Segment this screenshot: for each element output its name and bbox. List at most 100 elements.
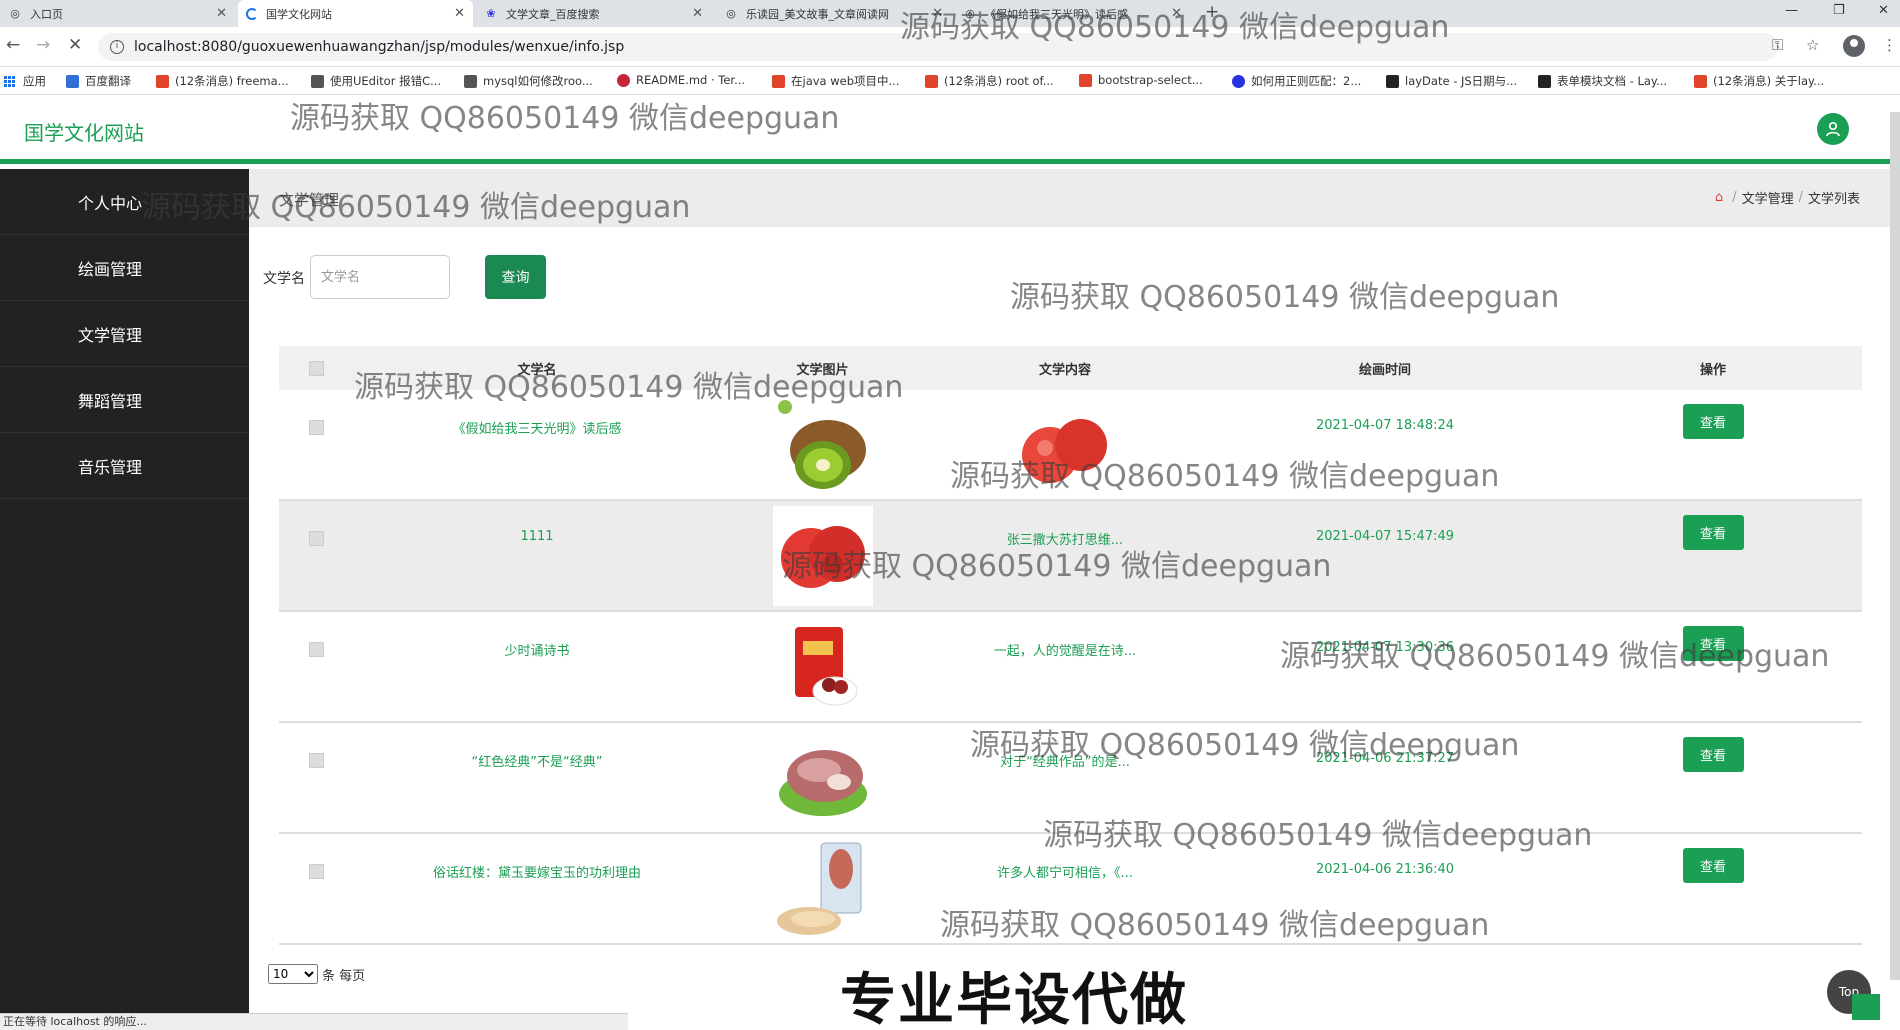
row-checkbox[interactable] <box>308 531 324 546</box>
cell-name: 1111 <box>520 529 554 544</box>
pagination: 10 条 每页 <box>268 964 365 984</box>
table-row: 少时诵诗书 一起，人的觉醒是在诗... 2021-04-07 13:30:36 … <box>279 612 1862 723</box>
promo-banner: 专业毕设代做 <box>840 968 1188 1030</box>
site-icon <box>311 74 324 88</box>
page-size-select[interactable]: 10 <box>268 964 318 984</box>
breadcrumb: ⌂ / 文学管理 / 文学列表 <box>1715 188 1860 207</box>
apples-image <box>1022 419 1107 483</box>
browser-status-bar: 正在等待 localhost 的响应... <box>0 1013 628 1030</box>
row-checkbox[interactable] <box>308 753 324 768</box>
layui-icon <box>1538 74 1551 88</box>
table-row: “红色经典”不是“经典” 对于“经典作品”的是... 2021-04-06 21… <box>279 723 1862 834</box>
bookmark-label: 百度翻译 <box>85 74 131 88</box>
csdn-icon <box>1694 74 1707 88</box>
new-tab-button[interactable]: + <box>1205 2 1219 22</box>
view-button[interactable]: 查看 <box>1682 515 1744 550</box>
view-button[interactable]: 查看 <box>1682 626 1744 661</box>
star-icon[interactable]: ☆ <box>1806 36 1819 54</box>
bookmark-item[interactable]: layDate - JS日期与... <box>1386 73 1517 89</box>
profile-avatar-icon[interactable] <box>1843 35 1865 57</box>
address-bar[interactable]: i localhost:8080/guoxuewenhuawangzhan/js… <box>98 33 1778 61</box>
bookmark-item[interactable]: 在java web项目中... <box>772 73 900 89</box>
meat-on-lettuce-image <box>778 749 867 816</box>
sidebar-item-music[interactable]: 音乐管理 <box>0 433 249 499</box>
bookmark-item[interactable]: README.md · Ter... <box>617 73 745 87</box>
bookmark-item[interactable]: 使用UEditor 报错C... <box>311 73 441 89</box>
page-title: 文学管理 <box>279 191 340 209</box>
home-icon[interactable]: ⌂ <box>1715 190 1723 205</box>
breadcrumb-bar: 文学管理 ⌂ / 文学管理 / 文学列表 <box>249 169 1890 227</box>
site-icon <box>1079 73 1092 87</box>
window-close-icon[interactable]: ✕ <box>1878 3 1889 18</box>
loading-icon <box>246 7 258 20</box>
close-icon[interactable]: ✕ <box>454 6 465 21</box>
restore-icon[interactable]: ❐ <box>1833 3 1845 18</box>
row-checkbox[interactable] <box>308 420 324 435</box>
view-button[interactable]: 查看 <box>1682 737 1744 772</box>
cell-time: 2021-04-07 15:47:49 <box>1315 529 1455 544</box>
close-icon[interactable]: ✕ <box>932 6 943 21</box>
breadcrumb-parent[interactable]: 文学管理 <box>1742 188 1794 207</box>
user-avatar-button[interactable] <box>1817 113 1849 145</box>
bookmark-item[interactable]: (12条消息) 关于lay... <box>1694 73 1824 89</box>
csdn-icon <box>772 74 785 88</box>
baidu-paw-icon <box>1232 74 1245 88</box>
search-input[interactable] <box>310 255 450 299</box>
close-icon[interactable]: ✕ <box>1171 6 1182 21</box>
close-icon[interactable]: ✕ <box>692 6 703 21</box>
bookmark-item[interactable]: bootstrap-select... <box>1079 73 1203 87</box>
query-button[interactable]: 查询 <box>485 255 546 299</box>
tab-title: 入口页 <box>30 7 63 21</box>
key-icon[interactable]: ⚿ <box>1772 36 1783 54</box>
sidebar-item-literature[interactable]: 文学管理 <box>0 301 249 367</box>
header-image: 文学图片 <box>796 362 849 378</box>
app-header: 国学文化网站 <box>0 95 1890 164</box>
menu-icon[interactable]: ⋮ <box>1882 36 1897 54</box>
literature-table: 文学名 文学图片 文学内容 绘画时间 操作 《假如给我三天光明》读后感 2021… <box>279 346 1862 945</box>
cell-content: 对于“经典作品”的是... <box>1000 755 1130 770</box>
row-checkbox[interactable] <box>308 642 324 657</box>
site-brand[interactable]: 国学文化网站 <box>24 117 144 146</box>
minimize-icon[interactable]: — <box>1785 3 1798 18</box>
tab-title: 《假如给我三天光明》读后感 <box>985 7 1128 21</box>
breadcrumb-separator: / <box>1798 190 1803 205</box>
browser-tab-active[interactable]: 国学文化网站 ✕ <box>238 0 473 27</box>
bookmark-item[interactable]: (12条消息) root of... <box>925 73 1054 89</box>
view-button[interactable]: 查看 <box>1682 404 1744 439</box>
bookmark-item[interactable]: (12条消息) freema... <box>156 73 289 89</box>
watermark-text: 源码获取 QQ86050149 微信deepguan <box>1010 280 1560 315</box>
browser-tab[interactable]: ◎ 乐读园_美文故事_文章阅读网 ✕ <box>716 0 951 27</box>
translate-icon <box>66 74 79 88</box>
bookmark-item[interactable]: 如何用正则匹配：2... <box>1232 73 1361 89</box>
layui-icon <box>1386 74 1399 88</box>
browser-tab[interactable]: ◎ 《假如给我三天光明》读后感 ✕ <box>955 0 1190 27</box>
corner-widget <box>1852 994 1880 1020</box>
globe-icon: ◎ <box>10 7 20 20</box>
select-all-checkbox[interactable] <box>308 360 324 376</box>
browser-tab[interactable]: ◎ 入口页 ✕ <box>0 0 235 27</box>
browser-tab[interactable]: ❀ 文学文章_百度搜索 ✕ <box>476 0 711 27</box>
bookmark-item[interactable]: 表单模块文档 - Lay... <box>1538 73 1667 89</box>
close-icon[interactable]: ✕ <box>216 6 227 21</box>
view-button[interactable]: 查看 <box>1682 848 1744 883</box>
fish-package-image <box>776 842 861 935</box>
sidebar-nav: 个人中心 绘画管理 文学管理 舞蹈管理 音乐管理 <box>0 169 249 1030</box>
sidebar-item-dance[interactable]: 舞蹈管理 <box>0 367 249 433</box>
bookmark-label: 应用 <box>23 74 46 88</box>
forward-icon[interactable]: → <box>36 35 50 55</box>
scrollbar[interactable] <box>1890 112 1900 980</box>
bookmark-item[interactable]: 百度翻译 <box>66 73 131 89</box>
row-checkbox[interactable] <box>308 864 324 879</box>
back-icon[interactable]: ← <box>6 35 20 55</box>
cell-content <box>924 418 1206 490</box>
bookmark-apps[interactable]: 应用 <box>4 73 46 89</box>
sidebar-item-personal-center[interactable]: 个人中心 <box>0 169 249 235</box>
info-icon[interactable]: i <box>110 40 124 54</box>
bookmark-label: (12条消息) 关于lay... <box>1713 74 1825 88</box>
user-icon <box>1826 121 1840 137</box>
csdn-icon <box>925 74 938 88</box>
bookmark-item[interactable]: mysql如何修改roo... <box>464 73 593 89</box>
sidebar-item-painting[interactable]: 绘画管理 <box>0 235 249 301</box>
stop-icon[interactable]: ✕ <box>68 35 82 55</box>
cell-name: “红色经典”不是“经典” <box>471 755 603 770</box>
